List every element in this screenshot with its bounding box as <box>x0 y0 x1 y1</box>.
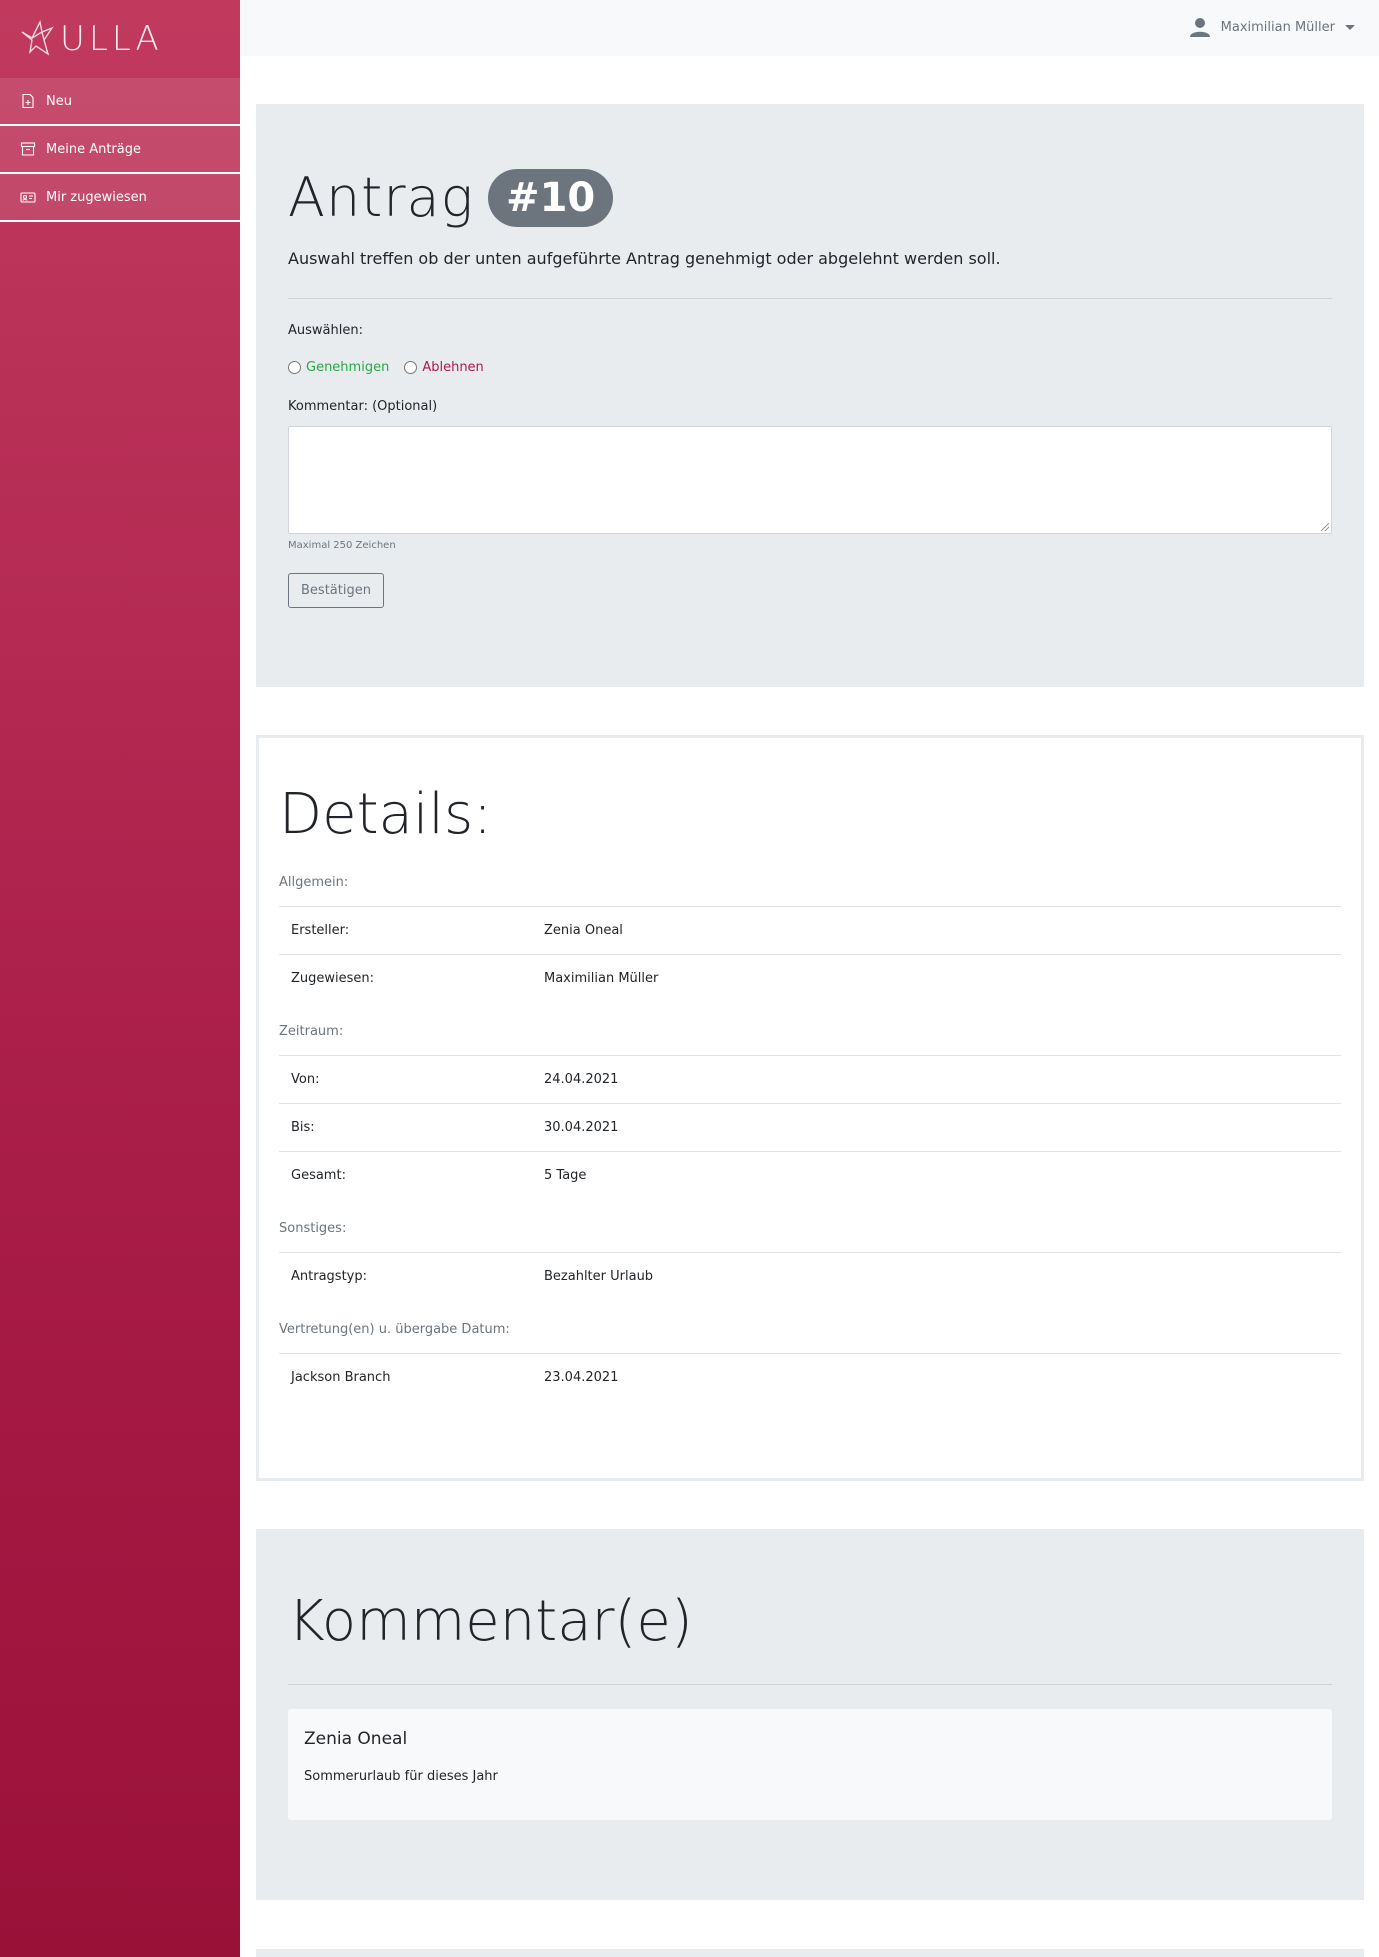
reject-radio[interactable]: Ablehnen <box>404 360 484 375</box>
detail-value: Zenia Oneal <box>544 923 623 938</box>
comment-label: Kommentar: (Optional) <box>288 399 438 414</box>
sidebar-item-mir-zugewiesen[interactable]: Mir zugewiesen <box>0 174 240 222</box>
detail-key: Gesamt: <box>291 1168 346 1183</box>
file-plus-icon <box>20 93 36 109</box>
archive-icon <box>20 141 36 157</box>
reject-label: Ablehnen <box>422 360 484 375</box>
divider <box>288 298 1332 299</box>
detail-value: 23.04.2021 <box>544 1370 619 1385</box>
comment-card: Zenia Oneal Sommerurlaub für dieses Jahr <box>288 1709 1332 1820</box>
detail-key: Jackson Branch <box>291 1370 391 1385</box>
comment-text: Sommerurlaub für dieses Jahr <box>304 1769 498 1784</box>
next-panel-edge <box>256 1949 1364 1957</box>
user-name: Maximilian Müller <box>1220 19 1335 35</box>
detail-value: 24.04.2021 <box>544 1072 619 1087</box>
sidebar-item-meine-antraege[interactable]: Meine Anträge <box>0 126 240 174</box>
detail-row: Zugewiesen: Maximilian Müller <box>279 954 1341 1002</box>
approve-radio[interactable]: Genehmigen <box>288 360 389 375</box>
detail-key: Ersteller: <box>291 923 350 938</box>
detail-row: Bis: 30.04.2021 <box>279 1103 1341 1151</box>
comment-textarea[interactable] <box>288 426 1332 534</box>
comments-panel: Kommentar(e) Zenia Oneal Sommerurlaub fü… <box>256 1529 1364 1900</box>
detail-row: Antragstyp: Bezahlter Urlaub <box>279 1252 1341 1300</box>
detail-key: Zugewiesen: <box>291 971 375 986</box>
section-label-allgemein: Allgemein: <box>279 875 349 890</box>
submit-button[interactable]: Bestätigen <box>288 573 384 608</box>
detail-key: Antragstyp: <box>291 1269 367 1284</box>
request-number-badge: #10 <box>488 168 614 227</box>
page-title: Antrag <box>288 166 475 229</box>
main-content: Antrag #10 Auswahl treffen ob der unten … <box>256 104 1364 1900</box>
approve-label: Genehmigen <box>306 360 390 375</box>
section-label-vertretung: Vertretung(en) u. übergabe Datum: <box>279 1322 510 1337</box>
logo-text: ULLA <box>60 19 163 59</box>
comment-author: Zenia Oneal <box>304 1729 408 1749</box>
comments-title: Kommentar(e) <box>288 1589 693 1654</box>
sidebar-item-label: Neu <box>46 93 72 109</box>
details-panel: Details: Allgemein: Ersteller: Zenia One… <box>256 735 1364 1481</box>
sidebar-item-neu[interactable]: Neu <box>0 78 240 126</box>
radio-circle[interactable] <box>404 361 418 374</box>
sidebar-item-label: Mir zugewiesen <box>46 189 147 205</box>
details-title: Details: <box>279 782 493 847</box>
decision-panel: Antrag #10 Auswahl treffen ob der unten … <box>256 104 1364 687</box>
detail-value: 30.04.2021 <box>544 1120 619 1135</box>
sidebar: ULLA Neu Meine Anträge Mir zugewiesen <box>0 0 240 1957</box>
radio-circle[interactable] <box>288 361 301 374</box>
lead-text: Auswahl treffen ob der unten aufgeführte… <box>288 249 1001 268</box>
resize-handle[interactable] <box>1321 523 1329 531</box>
detail-row: Jackson Branch 23.04.2021 <box>279 1353 1341 1401</box>
chevron-down-icon <box>1345 24 1355 30</box>
detail-row: Gesamt: 5 Tage <box>279 1151 1341 1199</box>
detail-key: Bis: <box>291 1120 315 1135</box>
section-label-sonstiges: Sonstiges: <box>279 1221 347 1236</box>
section-label-zeitraum: Zeitraum: <box>279 1024 344 1039</box>
user-menu-dropdown[interactable]: Maximilian Müller <box>1189 16 1355 38</box>
select-label: Auswählen: <box>288 323 363 338</box>
bird-logo-icon <box>20 18 54 60</box>
detail-row: Ersteller: Zenia Oneal <box>279 906 1341 954</box>
user-icon <box>1189 16 1211 38</box>
detail-key: Von: <box>291 1072 320 1087</box>
id-card-icon <box>20 189 36 205</box>
topbar: Maximilian Müller <box>240 0 1379 56</box>
detail-value: 5 Tage <box>544 1168 587 1183</box>
detail-value: Maximilian Müller <box>544 971 659 986</box>
detail-row: Von: 24.04.2021 <box>279 1055 1341 1103</box>
detail-value: Bezahlter Urlaub <box>544 1269 654 1284</box>
divider <box>288 1684 1332 1685</box>
comment-hint: Maximal 250 Zeichen <box>288 540 396 551</box>
sidebar-item-label: Meine Anträge <box>46 141 141 157</box>
logo[interactable]: ULLA <box>0 0 240 78</box>
decision-radio-group: Genehmigen Ablehnen <box>288 360 1332 375</box>
